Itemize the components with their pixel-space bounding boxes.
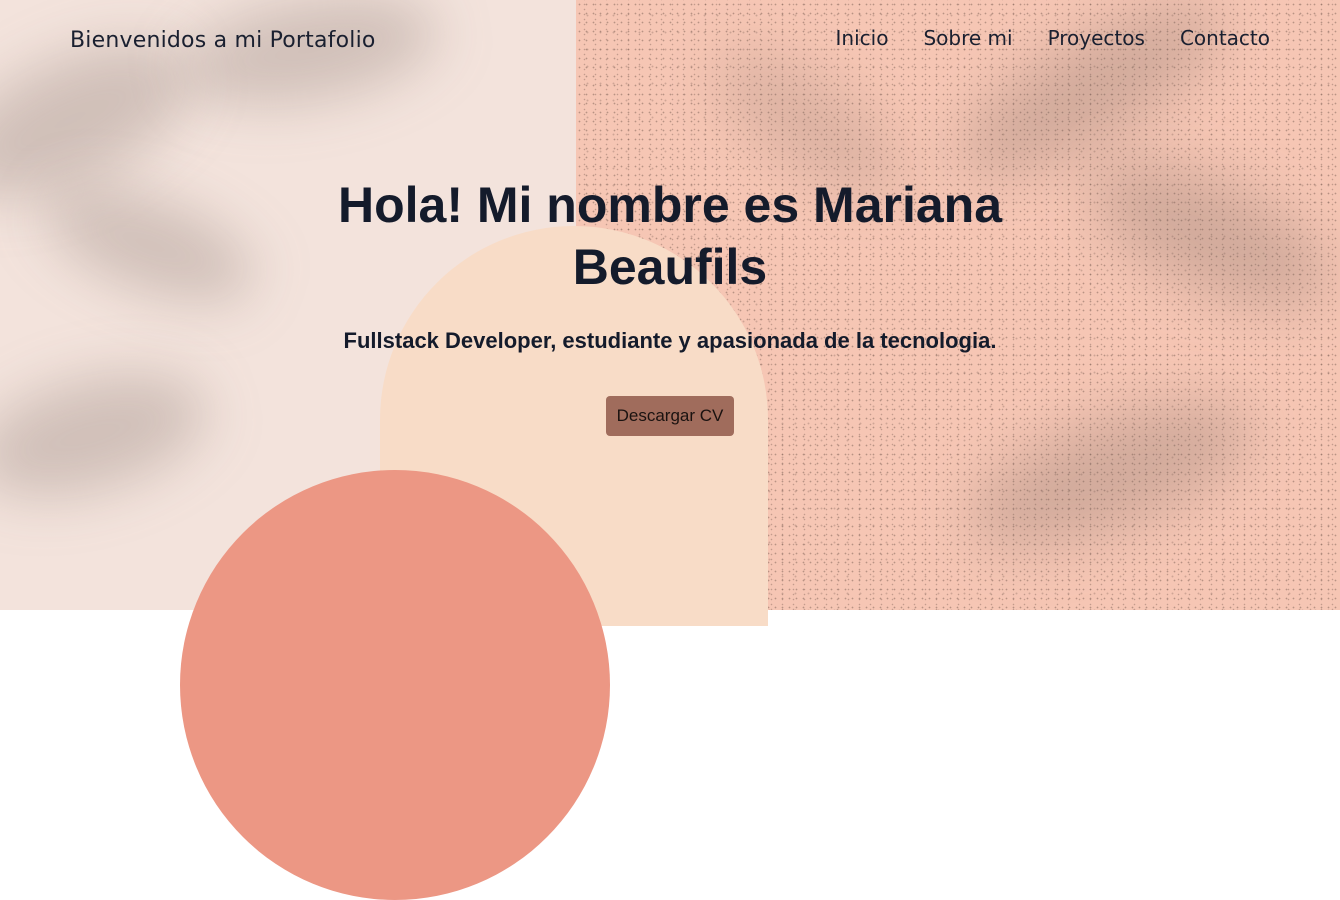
nav-link-sobre-mi[interactable]: Sobre mi — [923, 26, 1012, 50]
nav-link-proyectos[interactable]: Proyectos — [1048, 26, 1145, 50]
hero-title: Hola! Mi nombre es Mariana Beaufils — [337, 177, 1003, 295]
site-header: Bienvenidos a mi Portafolio Inicio Sobre… — [0, 0, 1340, 80]
brand-title[interactable]: Bienvenidos a mi Portafolio — [70, 28, 376, 53]
nav-link-inicio[interactable]: Inicio — [836, 26, 889, 50]
nav-link-contacto[interactable]: Contacto — [1180, 26, 1270, 50]
main-nav: Inicio Sobre mi Proyectos Contacto — [836, 26, 1270, 50]
download-cv-button[interactable]: Descargar CV — [605, 396, 735, 436]
hero-subtitle: Fullstack Developer, estudiante y apasio… — [343, 328, 997, 353]
hero-section: Hola! Mi nombre es Mariana Beaufils Full… — [300, 174, 1040, 436]
decorative-circle — [180, 470, 610, 900]
